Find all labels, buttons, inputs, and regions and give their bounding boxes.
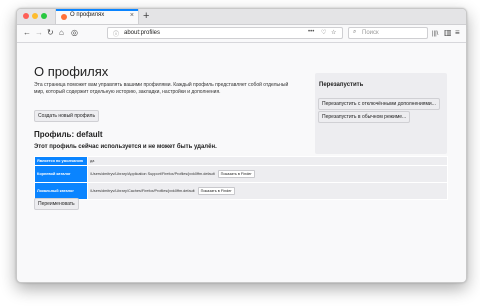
home-icon[interactable]: ⌂ [59, 28, 64, 38]
window-minimize-button[interactable] [32, 13, 38, 19]
back-icon[interactable]: ← [23, 28, 31, 38]
row-label: Локальный каталог [34, 182, 88, 200]
profile-table: Является по умолчанию да Корневой катало… [34, 156, 448, 200]
table-row: Корневой каталог /Users/dmitryv/Library/… [34, 165, 448, 183]
pocket-icon[interactable]: ♡ [321, 29, 326, 36]
show-root-in-finder-button[interactable]: Показать в Finder [217, 170, 255, 178]
profile-heading: Профиль: default [34, 130, 103, 139]
row-label: Является по умолчанию [34, 156, 88, 166]
site-info-icon[interactable]: ⓘ [113, 29, 119, 38]
menu-icon[interactable]: ≡ [455, 28, 460, 38]
row-label: Корневой каталог [34, 165, 88, 183]
local-directory-path: /Users/dmitryv/Library/Caches/Firefox/Pr… [90, 189, 195, 193]
profile-in-use-text: Этот профиль сейчас используется и не мо… [34, 144, 217, 150]
extension-icon[interactable]: ◎ [71, 28, 78, 38]
page-actions-icon[interactable]: ••• [308, 29, 314, 35]
root-directory-path: /Users/dmitryv/Library/Application Suppo… [90, 172, 215, 176]
row-value: да [87, 156, 448, 166]
url-bar[interactable]: ⓘ about:profiles ••• ♡ ☆ [107, 27, 343, 39]
window-maximize-button[interactable] [41, 13, 47, 19]
nav-bar: ← → ↻ ⌂ ◎ ⓘ about:profiles ••• ♡ ☆ ⌕ Пои… [17, 25, 466, 43]
sidebar-icon[interactable]: ▥ [444, 28, 452, 38]
row-value: /Users/dmitryv/Library/Caches/Firefox/Pr… [87, 182, 448, 200]
search-icon: ⌕ [353, 29, 357, 35]
table-row: Локальный каталог /Users/dmitryv/Library… [34, 182, 448, 200]
tab-bar: О профилях × + [17, 9, 466, 25]
create-profile-button[interactable]: Создать новый профиль [34, 110, 100, 122]
search-placeholder: Поиск [362, 30, 379, 36]
show-local-in-finder-button[interactable]: Показать в Finder [197, 187, 235, 195]
page-description: Эта страница поможет вам управлять вашим… [34, 82, 289, 95]
tab-active-indicator [56, 9, 138, 11]
restart-normal-button[interactable]: Перезапустить в обычном режиме... [318, 111, 411, 123]
tab-title: О профилях [70, 12, 105, 18]
rename-profile-button[interactable]: Переименовать [34, 198, 79, 210]
table-row: Является по умолчанию да [34, 156, 448, 166]
restart-disabled-addons-button[interactable]: Перезапустить с отключёнными дополнениям… [318, 98, 440, 110]
reload-icon[interactable]: ↻ [47, 28, 54, 38]
bookmark-star-icon[interactable]: ☆ [331, 29, 336, 36]
window-close-button[interactable] [23, 13, 29, 19]
page-content: О профилях Эта страница поможет вам упра… [17, 43, 466, 282]
search-bar[interactable]: ⌕ Поиск [348, 27, 428, 39]
browser-window: О профилях × + ← → ↻ ⌂ ◎ ⓘ about:profile… [16, 8, 467, 283]
url-text[interactable]: about:profiles [124, 30, 160, 36]
page-title: О профилях [34, 64, 109, 79]
default-value: да [90, 159, 95, 163]
forward-icon[interactable]: → [35, 28, 43, 38]
restart-panel: Перезапустить Перезапустить с отключённы… [315, 73, 447, 154]
restart-title: Перезапустить [319, 82, 364, 88]
new-tab-icon[interactable]: + [143, 10, 149, 22]
tab-close-icon[interactable]: × [130, 12, 134, 20]
firefox-favicon-icon [61, 14, 67, 20]
row-value: /Users/dmitryv/Library/Application Suppo… [87, 165, 448, 183]
tab-about-profiles[interactable]: О профилях × [55, 9, 139, 24]
library-icon[interactable]: |||\ [432, 29, 438, 39]
